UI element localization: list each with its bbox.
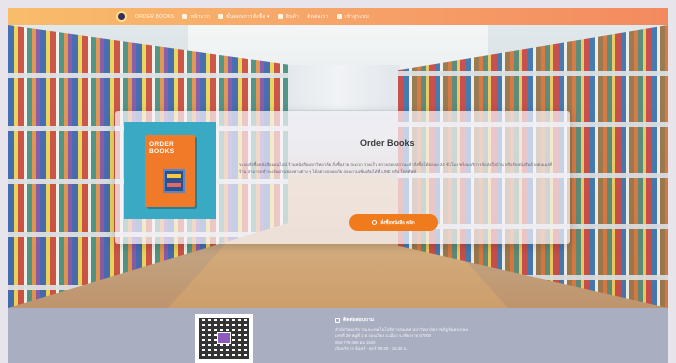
nav-order-steps[interactable]: ขั้นตอนการสั่งซื้อ ▾: [218, 13, 270, 21]
contact-hours: เปิดบริการ จันทร์ - ศุกร์ 08:30 - 16:30 …: [335, 346, 408, 352]
user-icon: [336, 14, 342, 19]
nav-home[interactable]: หน้าแรก: [182, 13, 210, 21]
nav-contact-label: ติดต่อเรา: [307, 13, 329, 20]
qr-logo-icon: [217, 332, 231, 344]
nav-brand[interactable]: ORDER BOOKS: [135, 14, 174, 20]
order-button-label: สั่งซื้อหนังสือ คลิก: [380, 220, 415, 225]
book-cover: ORDER BOOKS: [145, 134, 195, 207]
card-title: Order Books: [360, 138, 415, 148]
footer: ติดต่อสอบถาม สำนักวิทยบริการและเทคโนโลยี…: [8, 308, 668, 363]
nav-products[interactable]: สินค้า: [277, 13, 300, 21]
nav-order-steps-label: ขั้นตอนการสั่งซื้อ ▾: [226, 13, 270, 20]
contact-icon: [335, 317, 340, 323]
order-books-card: ORDER BOOKS Order Books ระบบสั่งซื้อหนัง…: [115, 111, 570, 244]
card-description: ระบบสั่งซื้อหนังสือออนไลน์ ร้านหนังสือมห…: [239, 162, 552, 175]
nav-contact[interactable]: ติดต่อเรา: [307, 13, 328, 21]
cart-icon: [372, 220, 378, 225]
page-frame: ORDER BOOKS หน้าแรก ขั้นตอนการสั่งซื้อ ▾…: [8, 8, 668, 363]
nav-brand-label: ORDER BOOKS: [135, 13, 175, 20]
order-books-button[interactable]: สั่งซื้อหนังสือ คลิก: [349, 214, 438, 231]
bookshelf-icon: [163, 168, 185, 193]
cover-title: ORDER BOOKS: [149, 140, 175, 155]
nav-home-label: หน้าแรก: [190, 13, 211, 20]
nav-login[interactable]: เข้าสู่ระบบ: [336, 13, 369, 21]
hero-section: ORDER BOOKS Order Books ระบบสั่งซื้อหนัง…: [8, 25, 668, 308]
footer-contact: ติดต่อสอบถาม สำนักวิทยบริการและเทคโนโลยี…: [335, 316, 468, 353]
home-icon: [182, 14, 188, 19]
contact-title-text: ติดต่อสอบถาม: [343, 317, 375, 323]
order-books-cover-image: ORDER BOOKS: [124, 122, 216, 219]
nav-login-label: เข้าสู่ระบบ: [344, 13, 369, 20]
nav-products-label: สินค้า: [285, 13, 300, 20]
qr-code: [195, 314, 253, 363]
qr-code-pattern: [199, 318, 249, 359]
list-icon: [218, 14, 224, 19]
contact-heading: ติดต่อสอบถาม: [335, 316, 468, 324]
top-navbar: ORDER BOOKS หน้าแรก ขั้นตอนการสั่งซื้อ ▾…: [8, 8, 668, 25]
logo-icon[interactable]: [116, 11, 127, 22]
book-icon: [277, 14, 283, 19]
